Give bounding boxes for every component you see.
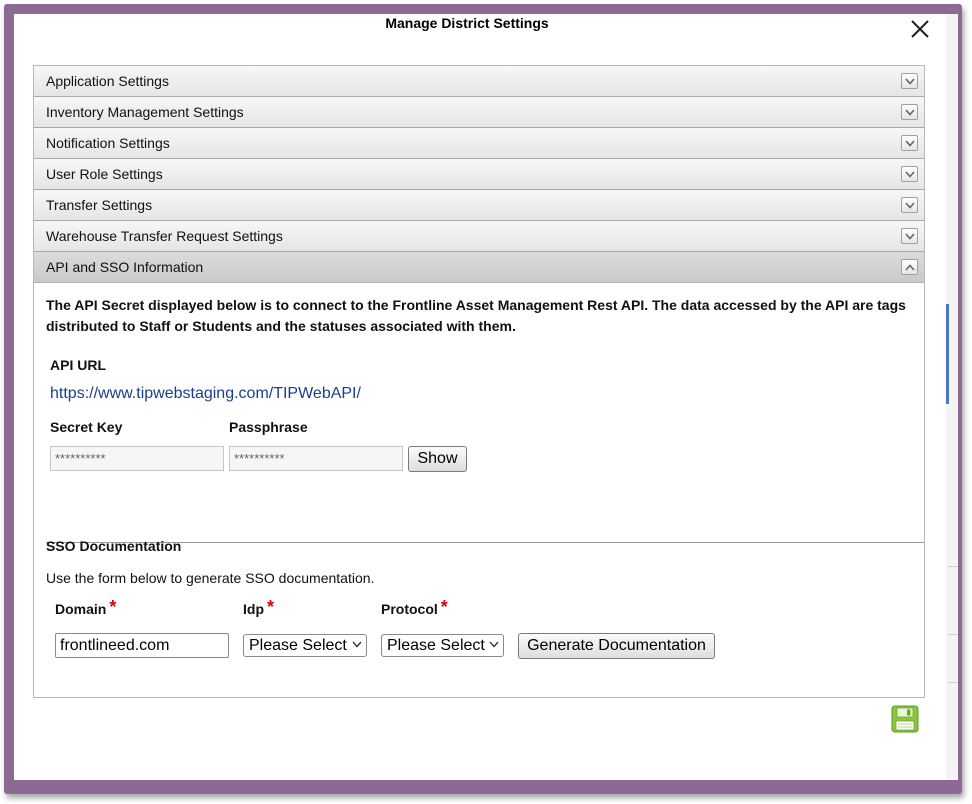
chevron-up-icon bbox=[905, 264, 915, 271]
idp-select-value: Please Select bbox=[249, 637, 347, 654]
expand-toggle[interactable] bbox=[901, 73, 918, 89]
expand-toggle[interactable] bbox=[901, 135, 918, 151]
passphrase-field[interactable] bbox=[229, 446, 403, 471]
accordion-header-warehouse-transfer-request-settings[interactable]: Warehouse Transfer Request Settings bbox=[34, 221, 924, 252]
expand-toggle[interactable] bbox=[901, 104, 918, 120]
background-divider bbox=[948, 634, 958, 635]
accordion-header-notification-settings[interactable]: Notification Settings bbox=[34, 128, 924, 159]
accordion-header-inventory-management-settings[interactable]: Inventory Management Settings bbox=[34, 97, 924, 128]
chevron-down-icon bbox=[905, 202, 915, 209]
generate-documentation-button[interactable]: Generate Documentation bbox=[518, 633, 715, 659]
background-scroll-indicator bbox=[946, 304, 949, 404]
collapse-toggle[interactable] bbox=[901, 259, 918, 275]
expand-toggle[interactable] bbox=[901, 197, 918, 213]
domain-input[interactable] bbox=[55, 633, 229, 658]
background-divider bbox=[948, 682, 958, 683]
protocol-select[interactable]: Please Select bbox=[381, 634, 504, 657]
passphrase-label: Passphrase bbox=[229, 419, 308, 435]
manage-district-settings-dialog: Manage District Settings Application Set… bbox=[14, 14, 946, 780]
required-indicator: * bbox=[267, 597, 275, 617]
accordion-header-label: Notification Settings bbox=[46, 135, 170, 151]
chevron-down-icon bbox=[352, 641, 362, 648]
settings-accordion: Application Settings Inventory Managemen… bbox=[33, 65, 925, 698]
idp-label-text: Idp bbox=[243, 601, 264, 617]
chevron-down-icon bbox=[905, 109, 915, 116]
close-button[interactable] bbox=[906, 16, 934, 42]
accordion-header-transfer-settings[interactable]: Transfer Settings bbox=[34, 190, 924, 221]
accordion-header-label: Inventory Management Settings bbox=[46, 104, 244, 120]
show-button[interactable]: Show bbox=[408, 446, 467, 472]
api-url-label: API URL bbox=[50, 357, 106, 373]
chevron-down-icon bbox=[905, 171, 915, 178]
background-divider bbox=[948, 566, 958, 567]
idp-select[interactable]: Please Select bbox=[243, 634, 367, 657]
protocol-label-text: Protocol bbox=[381, 601, 438, 617]
chevron-down-icon bbox=[489, 641, 499, 648]
api-intro-text: The API Secret displayed below is to con… bbox=[46, 297, 906, 334]
accordion-header-label: Transfer Settings bbox=[46, 197, 153, 213]
chevron-down-icon bbox=[905, 140, 915, 147]
api-url-link[interactable]: https://www.tipwebstaging.com/TIPWebAPI/ bbox=[50, 385, 361, 403]
save-icon bbox=[891, 705, 919, 733]
secret-key-field[interactable] bbox=[50, 446, 224, 471]
required-indicator: * bbox=[440, 597, 448, 617]
expand-toggle[interactable] bbox=[901, 228, 918, 244]
accordion-header-label: Warehouse Transfer Request Settings bbox=[46, 228, 283, 244]
accordion-header-label: User Role Settings bbox=[46, 166, 163, 182]
protocol-select-value: Please Select bbox=[387, 637, 485, 654]
close-icon bbox=[911, 20, 929, 38]
accordion-header-label: API and SSO Information bbox=[46, 259, 204, 275]
accordion-header-application-settings[interactable]: Application Settings bbox=[34, 66, 924, 97]
required-indicator: * bbox=[109, 597, 117, 617]
sso-heading: SSO Documentation bbox=[46, 538, 182, 554]
accordion-header-label: Application Settings bbox=[46, 73, 169, 89]
dialog-title: Manage District Settings bbox=[385, 15, 549, 31]
chevron-down-icon bbox=[905, 233, 915, 240]
idp-label: Idp * bbox=[243, 597, 275, 619]
domain-label: Domain * bbox=[55, 597, 117, 619]
protocol-label: Protocol * bbox=[381, 597, 448, 619]
background-page-strip bbox=[946, 14, 958, 780]
chevron-down-icon bbox=[905, 78, 915, 85]
accordion-header-user-role-settings[interactable]: User Role Settings bbox=[34, 159, 924, 190]
expand-toggle[interactable] bbox=[901, 166, 918, 182]
domain-label-text: Domain bbox=[55, 601, 107, 617]
api-sso-panel: The API Secret displayed below is to con… bbox=[34, 283, 924, 697]
secret-key-label: Secret Key bbox=[50, 419, 123, 435]
save-button[interactable] bbox=[891, 705, 919, 733]
accordion-header-api-and-sso-information[interactable]: API and SSO Information bbox=[34, 252, 924, 283]
sso-helper-text: Use the form below to generate SSO docum… bbox=[46, 570, 375, 586]
